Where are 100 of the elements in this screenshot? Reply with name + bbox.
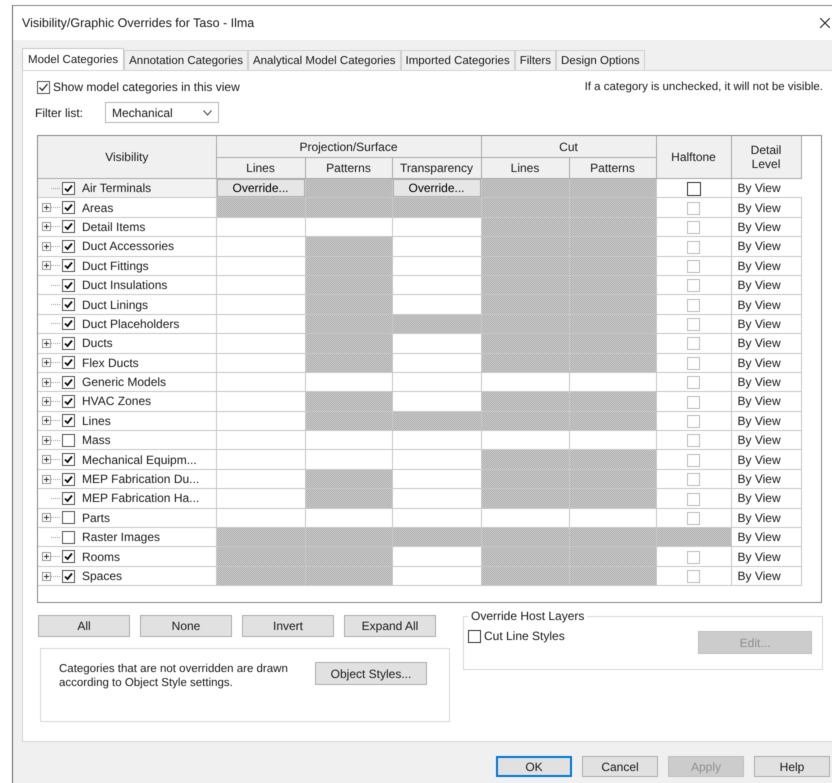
detail-level-cell[interactable]: By View bbox=[731, 353, 802, 372]
halftone-checkbox[interactable] bbox=[686, 182, 701, 196]
checkbox[interactable] bbox=[62, 336, 75, 350]
expand-icon[interactable] bbox=[42, 222, 51, 232]
checkbox[interactable] bbox=[62, 414, 75, 428]
tab[interactable]: Design Options bbox=[556, 50, 645, 70]
halftone-checkbox[interactable] bbox=[687, 337, 700, 350]
checkbox[interactable] bbox=[62, 240, 75, 253]
detail-level-cell[interactable]: By View bbox=[731, 294, 802, 314]
checkbox[interactable] bbox=[62, 356, 75, 370]
halftone-checkbox[interactable] bbox=[687, 570, 700, 584]
expand-icon[interactable] bbox=[42, 572, 51, 580]
detail-level-cell[interactable]: By View bbox=[731, 217, 802, 237]
detail-level-cell[interactable]: By View bbox=[731, 392, 802, 412]
detail-level-cell[interactable]: By View bbox=[731, 236, 802, 256]
detail-level-cell[interactable]: By View bbox=[731, 508, 802, 528]
checkbox[interactable] bbox=[62, 201, 75, 214]
expand-icon[interactable] bbox=[42, 261, 51, 270]
halftone-checkbox[interactable] bbox=[687, 512, 700, 525]
category-name: Mass bbox=[82, 433, 111, 448]
object-styles-button[interactable]: Object Styles... bbox=[315, 662, 427, 685]
checkbox[interactable] bbox=[37, 80, 50, 94]
halftone-checkbox[interactable] bbox=[687, 279, 700, 292]
override-button[interactable]: Override... bbox=[392, 179, 481, 198]
filter-dropdown[interactable]: Mechanical bbox=[105, 102, 219, 123]
selection-button[interactable]: Invert bbox=[242, 615, 334, 637]
checkbox[interactable] bbox=[62, 259, 75, 272]
expand-icon[interactable] bbox=[42, 436, 51, 445]
halftone-checkbox[interactable] bbox=[687, 260, 700, 273]
halftone-checkbox[interactable] bbox=[687, 202, 700, 215]
detail-level-cell[interactable]: By View bbox=[731, 469, 802, 489]
detail-level-cell[interactable]: By View bbox=[731, 256, 802, 276]
close-icon[interactable] bbox=[820, 18, 830, 28]
checkbox[interactable] bbox=[62, 492, 75, 505]
detail-level-cell[interactable]: By View bbox=[731, 334, 802, 354]
checkbox[interactable] bbox=[62, 376, 75, 389]
halftone-checkbox[interactable] bbox=[687, 221, 700, 234]
tab[interactable]: Imported Categories bbox=[400, 50, 515, 70]
checkbox[interactable] bbox=[62, 298, 75, 312]
checkbox[interactable] bbox=[62, 278, 75, 292]
checkbox[interactable] bbox=[62, 472, 75, 486]
tab[interactable]: Annotation Categories bbox=[124, 50, 248, 70]
selection-button[interactable]: Expand All bbox=[344, 615, 436, 637]
detail-level-cell[interactable]: By View bbox=[731, 450, 802, 470]
override-button[interactable]: Override... bbox=[216, 179, 304, 198]
dialog-button[interactable]: Help bbox=[754, 756, 830, 777]
halftone-checkbox[interactable] bbox=[687, 356, 700, 370]
expand-icon[interactable] bbox=[42, 455, 51, 464]
halftone-checkbox[interactable] bbox=[687, 415, 700, 428]
detail-level-cell[interactable]: By View bbox=[731, 314, 802, 334]
halftone-checkbox[interactable] bbox=[687, 396, 700, 409]
checkbox[interactable] bbox=[62, 394, 75, 408]
halftone-checkbox[interactable] bbox=[687, 240, 700, 254]
halftone-checkbox[interactable] bbox=[687, 376, 700, 390]
expand-icon[interactable] bbox=[42, 474, 51, 484]
category-name: Duct Fittings bbox=[82, 258, 149, 273]
halftone-checkbox[interactable] bbox=[687, 473, 700, 486]
expand-icon[interactable] bbox=[42, 358, 51, 368]
detail-level-cell[interactable]: By View bbox=[731, 178, 802, 198]
expand-icon[interactable] bbox=[42, 396, 51, 406]
checkbox[interactable] bbox=[62, 317, 75, 330]
halftone-checkbox[interactable] bbox=[687, 492, 700, 506]
checkbox[interactable] bbox=[62, 511, 75, 524]
halftone-checkbox[interactable] bbox=[687, 454, 700, 467]
checkbox[interactable] bbox=[62, 530, 75, 544]
detail-level-cell[interactable]: By View bbox=[731, 546, 802, 566]
detail-level-cell[interactable]: By View bbox=[731, 488, 802, 508]
detail-level-cell[interactable]: By View bbox=[731, 372, 802, 392]
expand-icon[interactable] bbox=[42, 552, 51, 562]
checkbox[interactable] bbox=[62, 453, 75, 466]
halftone-checkbox[interactable] bbox=[687, 318, 700, 332]
detail-level-cell[interactable]: By View bbox=[731, 430, 802, 450]
expand-icon[interactable] bbox=[42, 416, 51, 426]
checkbox[interactable] bbox=[62, 220, 75, 234]
expand-icon[interactable] bbox=[42, 203, 51, 212]
checkbox[interactable] bbox=[62, 434, 75, 447]
checkbox[interactable] bbox=[62, 550, 75, 564]
column-header: Lines bbox=[481, 158, 570, 178]
tab[interactable]: Analytical Model Categories bbox=[248, 50, 400, 70]
tab[interactable]: Filters bbox=[514, 50, 556, 70]
dialog-button[interactable]: Cancel bbox=[582, 756, 658, 777]
checkbox[interactable] bbox=[62, 570, 75, 582]
detail-level-cell[interactable]: By View bbox=[731, 411, 802, 431]
expand-icon[interactable] bbox=[42, 513, 51, 522]
halftone-checkbox[interactable] bbox=[687, 298, 700, 312]
tab[interactable]: Model Categories bbox=[22, 48, 124, 70]
checkbox[interactable] bbox=[468, 630, 481, 642]
selection-button[interactable]: All bbox=[38, 615, 130, 637]
expand-icon[interactable] bbox=[42, 242, 51, 251]
detail-level-cell[interactable]: By View bbox=[731, 528, 802, 547]
dialog-button[interactable]: OK bbox=[496, 756, 572, 777]
detail-level-cell[interactable]: By View bbox=[731, 566, 802, 586]
detail-level-cell[interactable]: By View bbox=[731, 275, 802, 295]
expand-icon[interactable] bbox=[42, 338, 51, 348]
expand-icon[interactable] bbox=[42, 378, 51, 387]
selection-button[interactable]: None bbox=[140, 615, 232, 637]
halftone-checkbox[interactable] bbox=[687, 550, 700, 564]
detail-level-cell[interactable]: By View bbox=[731, 198, 802, 218]
halftone-checkbox[interactable] bbox=[687, 434, 700, 448]
checkbox[interactable] bbox=[62, 182, 75, 195]
